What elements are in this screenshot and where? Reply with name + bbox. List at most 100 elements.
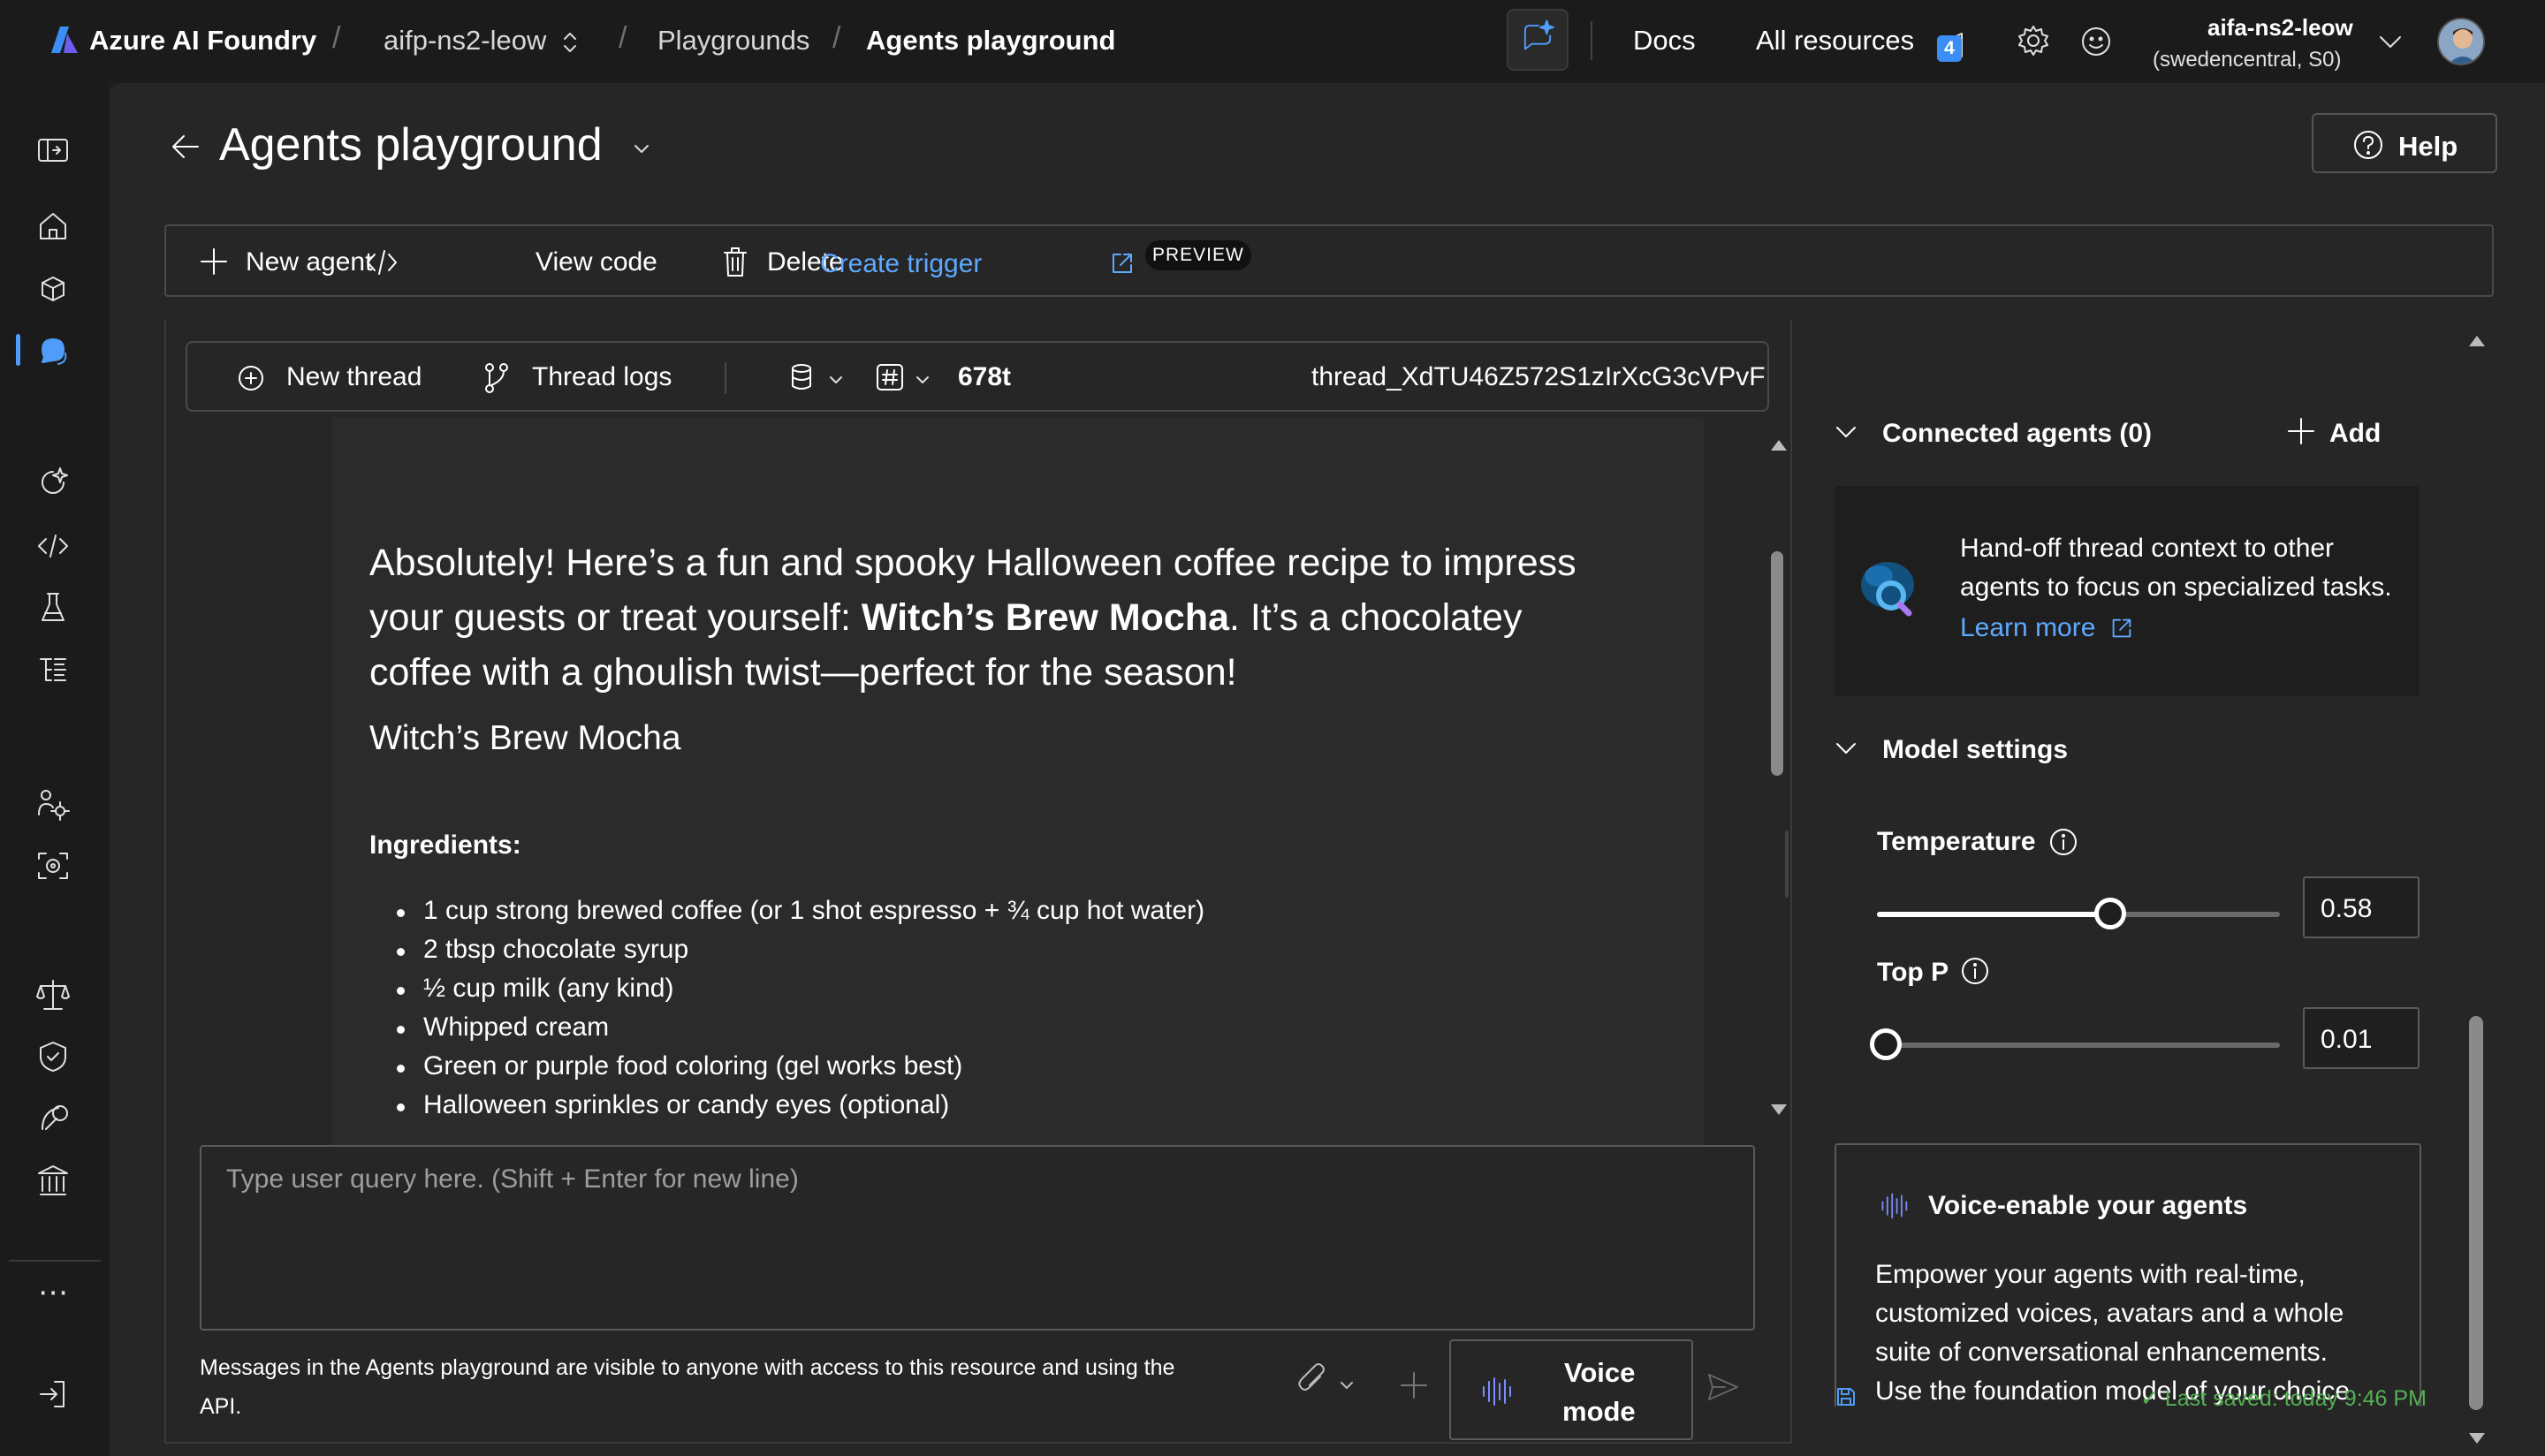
voice-wave-icon: [1479, 1375, 1513, 1408]
playgrounds-chat-icon[interactable]: [34, 332, 72, 371]
breadcrumb-current: Agents playground: [866, 25, 1116, 56]
chevron-down-icon[interactable]: [827, 371, 845, 389]
add-agent-button[interactable]: Add: [2329, 419, 2381, 449]
active-indicator: [16, 334, 20, 366]
brand-name[interactable]: Azure AI Foundry: [89, 25, 316, 57]
title-chevron-down-icon[interactable]: [631, 138, 652, 159]
code-icon[interactable]: [34, 527, 72, 565]
tracing-list-icon[interactable]: [34, 650, 72, 689]
chevron-down-icon[interactable]: [2375, 27, 2405, 57]
model-catalog-icon[interactable]: [34, 270, 72, 309]
fine-tuning-icon[interactable]: [34, 785, 72, 823]
vision-scan-icon[interactable]: [34, 846, 72, 885]
slider-thumb[interactable]: [1870, 1028, 1902, 1060]
voice-mode-button[interactable]: Voice mode: [1449, 1339, 1693, 1440]
create-trigger-link[interactable]: Create trigger: [820, 249, 982, 279]
voice-card-text: suite of conversational enhancements.: [1875, 1338, 2328, 1367]
paperclip-icon[interactable]: [1295, 1361, 1327, 1396]
query-input[interactable]: Type user query here. (Shift + Enter for…: [200, 1145, 1755, 1331]
divider: [1591, 21, 1592, 60]
new-thread-icon[interactable]: [237, 364, 265, 392]
plus-icon[interactable]: [1398, 1369, 1430, 1401]
scales-icon[interactable]: [34, 975, 72, 1014]
external-link-icon[interactable]: [2108, 615, 2135, 641]
all-resources-link[interactable]: All resources: [1756, 25, 1914, 57]
intro-line-3: coffee with a ghoulish twist—perfect for…: [369, 651, 1237, 694]
pane-resize-handle[interactable]: [1785, 830, 1789, 898]
right-scrollbar-thumb[interactable]: [2469, 1016, 2483, 1410]
temperature-input[interactable]: 0.58: [2303, 876, 2420, 938]
copilot-icon[interactable]: [1507, 9, 1569, 71]
help-button[interactable]: Help: [2312, 113, 2497, 173]
chevron-up-down-icon[interactable]: [560, 29, 580, 56]
view-code-button[interactable]: View code: [536, 247, 657, 277]
thread-logs-icon[interactable]: [481, 360, 513, 396]
external-link-icon[interactable]: [1108, 249, 1136, 277]
sign-in-icon[interactable]: [34, 1375, 72, 1414]
search-agents-icon: [1850, 553, 1925, 627]
account-name[interactable]: aifa-ns2-leow: [2207, 14, 2353, 42]
send-icon[interactable]: [1706, 1369, 1741, 1405]
back-arrow-icon[interactable]: [168, 129, 203, 164]
chat-scrollbar-thumb[interactable]: [1771, 551, 1783, 776]
breadcrumb-separator: /: [332, 21, 341, 55]
info-icon[interactable]: [1960, 956, 1990, 986]
connected-agents-title[interactable]: Connected agents (0): [1882, 419, 2152, 449]
smiley-feedback-icon[interactable]: [2079, 25, 2113, 58]
code-icon[interactable]: [364, 247, 399, 277]
trash-icon[interactable]: [719, 244, 751, 279]
learn-more-link[interactable]: Learn more: [1960, 613, 2095, 643]
voice-card-text: customized voices, avatars and a whole: [1875, 1299, 2344, 1328]
new-thread-button[interactable]: New thread: [286, 362, 422, 392]
flask-evaluation-icon[interactable]: [34, 588, 72, 627]
avatar[interactable]: [2437, 18, 2485, 65]
voice-wave-icon: [1879, 1191, 1909, 1221]
plus-icon[interactable]: [198, 246, 230, 277]
building-icon[interactable]: [34, 1161, 72, 1200]
info-icon[interactable]: [2048, 827, 2078, 857]
temperature-value: 0.58: [2321, 894, 2373, 923]
breadcrumb-project[interactable]: aifp-ns2-leow: [384, 25, 546, 57]
page-title: Agents playground: [219, 119, 603, 171]
more-icon[interactable]: ⋯: [34, 1278, 72, 1318]
chevron-down-icon[interactable]: [1338, 1376, 1356, 1394]
ingredient-item: Whipped cream: [396, 1012, 610, 1042]
new-agent-button[interactable]: New agent: [246, 247, 372, 277]
divider: [9, 1260, 101, 1262]
agents-sparkle-icon[interactable]: [34, 463, 72, 502]
docs-link[interactable]: Docs: [1633, 25, 1696, 57]
collapse-panel-icon[interactable]: [34, 131, 72, 170]
slider-thumb[interactable]: [2094, 898, 2127, 929]
gear-icon[interactable]: [2016, 23, 2051, 58]
scroll-down-arrow[interactable]: [1771, 1104, 1787, 1115]
ingredient-item: Halloween sprinkles or candy eyes (optio…: [396, 1090, 950, 1119]
chevron-down-icon[interactable]: [1833, 419, 1859, 445]
last-saved-status: ✓ Last saved: today 9:46 PM: [2140, 1386, 2427, 1411]
chevron-down-icon[interactable]: [1833, 735, 1859, 762]
database-icon[interactable]: [788, 362, 815, 392]
hash-icon[interactable]: [875, 362, 905, 392]
visibility-notice-2: API.: [200, 1394, 242, 1419]
save-icon[interactable]: [1835, 1385, 1857, 1408]
thread-logs-button[interactable]: Thread logs: [532, 362, 672, 392]
handoff-text-2: agents to focus on specialized tasks.: [1960, 573, 2392, 602]
voice-mode-label-1: Voice: [1564, 1357, 1636, 1388]
scroll-up-arrow[interactable]: [2469, 336, 2485, 346]
shield-icon[interactable]: [34, 1037, 72, 1076]
plus-icon[interactable]: [2285, 415, 2317, 447]
message-bubble: Absolutely! Here’s a fun and spooky Hall…: [332, 417, 1704, 1203]
scroll-down-arrow[interactable]: [2469, 1433, 2485, 1444]
azure-logo-icon[interactable]: [49, 25, 80, 55]
top-p-slider[interactable]: [1870, 1025, 2280, 1064]
governance-icon[interactable]: [34, 1099, 72, 1138]
scroll-up-arrow[interactable]: [1771, 440, 1787, 451]
model-settings-title[interactable]: Model settings: [1882, 735, 2068, 765]
chevron-down-icon[interactable]: [914, 371, 931, 389]
account-region[interactable]: (swedencentral, S0): [2153, 48, 2341, 72]
top-p-value: 0.01: [2321, 1025, 2373, 1054]
temperature-slider[interactable]: [1877, 894, 2280, 933]
top-bar: Azure AI Foundry / aifp-ns2-leow / Playg…: [0, 0, 2545, 83]
handoff-card: Hand-off thread context to other agents …: [1835, 486, 2420, 696]
home-icon[interactable]: [34, 207, 72, 246]
breadcrumb-playgrounds[interactable]: Playgrounds: [657, 25, 809, 57]
